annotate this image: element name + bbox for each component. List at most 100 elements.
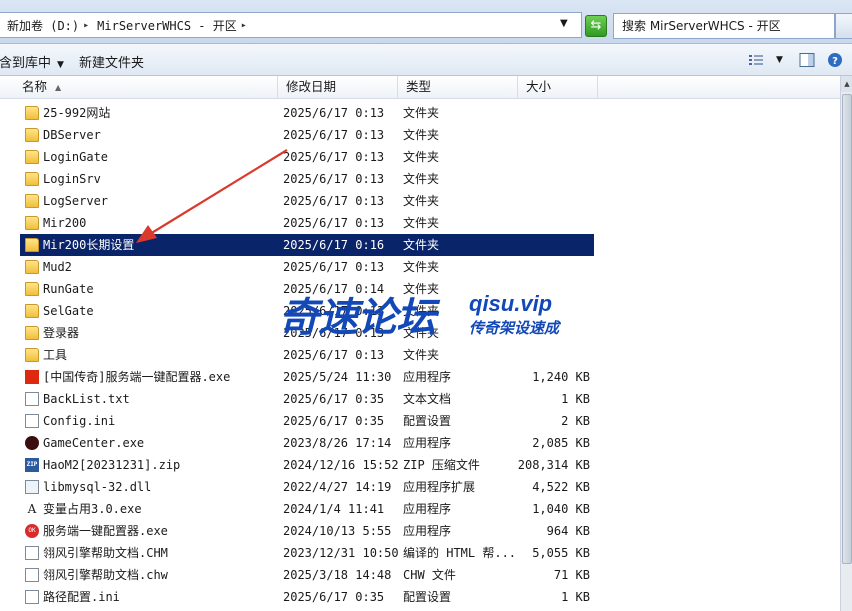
file-date: 2025/6/17 0:13 [283, 304, 385, 318]
folder-icon [25, 194, 39, 208]
file-type: 配置设置 [403, 414, 452, 428]
preview-pane-icon[interactable] [799, 52, 815, 68]
file-type: 文件夹 [403, 282, 440, 296]
file-name: LogServer [43, 194, 109, 208]
folder-icon [25, 238, 39, 252]
breadcrumb-item-drive[interactable]: 新加卷 (D:) ▸ [7, 17, 89, 34]
file-type: 文件夹 [403, 326, 440, 340]
file-date: 2022/4/27 14:19 [283, 480, 392, 494]
file-row[interactable]: RunGate 2025/6/17 0:14 文件夹 [20, 278, 594, 300]
file-row[interactable]: DBServer 2025/6/17 0:13 文件夹 [20, 124, 594, 146]
chevron-right-icon[interactable]: ▸ [83, 20, 89, 31]
help-icon[interactable]: ? [827, 52, 843, 68]
column-type[interactable]: 类型 [398, 76, 518, 99]
file-row[interactable]: SelGate 2025/6/17 0:13 文件夹 [20, 300, 594, 322]
file-type: 文件夹 [403, 128, 440, 142]
file-row[interactable]: A 变量占用3.0.exe 2024/1/4 11:41 应用程序 1,040 KB [20, 498, 594, 520]
search-input[interactable]: 搜索 MirServerWHCS - 开区 [613, 13, 835, 39]
file-name: GameCenter.exe [43, 436, 145, 450]
file-date: 2025/6/17 0:35 [283, 414, 385, 428]
file-type: 文件夹 [403, 172, 440, 186]
scrollbar-thumb[interactable] [842, 94, 852, 564]
file-date: 2025/6/17 0:16 [283, 238, 385, 252]
file-type: 文件夹 [403, 238, 440, 252]
file-name: BackList.txt [43, 392, 130, 406]
chevron-down-icon[interactable]: ▼ [776, 55, 783, 65]
file-name: LoginGate [43, 150, 109, 164]
file-row[interactable]: LoginGate 2025/6/17 0:13 文件夹 [20, 146, 594, 168]
view-options-icon[interactable] [748, 52, 764, 68]
file-row[interactable]: OK 服务端一键配置器.exe 2024/10/13 5:55 应用程序 964 KB [20, 520, 594, 542]
file-type: CHW 文件 [403, 568, 456, 582]
scroll-up-icon[interactable]: ▲ [841, 76, 852, 92]
breadcrumb[interactable]: 新加卷 (D:) ▸ MirServerWHCS - 开区 ▸ [0, 12, 582, 38]
file-type: 文件夹 [403, 260, 440, 274]
column-date[interactable]: 修改日期 [278, 76, 398, 99]
folder-icon [25, 260, 39, 274]
file-date: 2025/6/17 0:13 [283, 260, 385, 274]
file-name: 服务端一键配置器.exe [43, 524, 168, 538]
sort-ascending-icon: ▲ [55, 82, 62, 92]
column-header: 名称 ▲ 修改日期 类型 大小 [0, 76, 840, 99]
vertical-scrollbar[interactable]: ▲ [840, 76, 852, 611]
file-row[interactable]: libmysql-32.dll 2022/4/27 14:19 应用程序扩展 4,52… [20, 476, 594, 498]
file-row[interactable]: ZIP HaoM2[20231231].zip 2024/12/16 15:52 ZI… [20, 454, 594, 476]
svg-text:?: ? [832, 56, 838, 67]
breadcrumb-item-folder[interactable]: MirServerWHCS - 开区 ▸ [97, 17, 247, 34]
font-app-icon: A [27, 502, 37, 516]
file-date: 2025/6/17 0:14 [283, 282, 385, 296]
file-row[interactable]: Mud2 2025/6/17 0:13 文件夹 [20, 256, 594, 278]
file-row[interactable]: 25-992网站 2025/6/17 0:13 文件夹 [20, 102, 594, 124]
file-date: 2025/6/17 0:35 [283, 392, 385, 406]
file-type: 文件夹 [403, 348, 440, 362]
file-date: 2025/3/18 14:48 [283, 568, 392, 582]
file-row[interactable]: 登录器 2025/6/17 0:13 文件夹 [20, 322, 594, 344]
file-type: 文件夹 [403, 194, 440, 208]
file-type: 文本文档 [403, 392, 452, 406]
file-date: 2025/6/17 0:13 [283, 128, 385, 142]
file-size: 1 KB [561, 590, 590, 604]
config-file-icon [25, 414, 39, 428]
column-size[interactable]: 大小 [518, 76, 598, 99]
column-name[interactable]: 名称 ▲ [14, 76, 278, 99]
refresh-button[interactable]: ⇆ [585, 15, 607, 37]
file-size: 2 KB [561, 414, 590, 428]
new-folder-button[interactable]: 新建文件夹 [79, 52, 144, 71]
search-icon[interactable] [835, 13, 852, 39]
file-row[interactable]: GameCenter.exe 2023/8/26 17:14 应用程序 2,085 K… [20, 432, 594, 454]
file-row[interactable]: 翎风引擎帮助文档.CHM 2023/12/31 10:50 编译的 HTML 帮..… [20, 542, 594, 564]
folder-icon [25, 172, 39, 186]
file-row[interactable]: 翎风引擎帮助文档.chw 2025/3/18 14:48 CHW 文件 71 KB [20, 564, 594, 586]
folder-icon [25, 348, 39, 362]
file-row[interactable]: LogServer 2025/6/17 0:13 文件夹 [20, 190, 594, 212]
chevron-right-icon[interactable]: ▸ [241, 20, 247, 31]
file-row[interactable]: LoginSrv 2025/6/17 0:13 文件夹 [20, 168, 594, 190]
file-date: 2025/6/17 0:13 [283, 194, 385, 208]
file-name: libmysql-32.dll [43, 480, 152, 494]
file-type: ZIP 压缩文件 [403, 458, 480, 472]
file-row[interactable]: Mir200长期设置 2025/6/17 0:16 文件夹 [20, 234, 594, 256]
file-name: RunGate [43, 282, 94, 296]
file-type: 编译的 HTML 帮... [403, 546, 517, 560]
file-row[interactable]: Mir200 2025/6/17 0:13 文件夹 [20, 212, 594, 234]
file-row[interactable]: Config.ini 2025/6/17 0:35 配置设置 2 KB [20, 410, 594, 432]
chm-file-icon [25, 546, 39, 560]
file-row[interactable]: 工具 2025/6/17 0:13 文件夹 [20, 344, 594, 366]
chevron-down-icon[interactable]: ▼ [560, 18, 568, 29]
file-size: 964 KB [546, 524, 590, 538]
file-type: 文件夹 [403, 150, 440, 164]
file-row[interactable]: BackList.txt 2025/6/17 0:35 文本文档 1 KB [20, 388, 594, 410]
config-file-icon [25, 590, 39, 604]
file-name: Mud2 [43, 260, 72, 274]
file-name: SelGate [43, 304, 94, 318]
file-type: 配置设置 [403, 590, 452, 604]
file-row[interactable]: 路径配置.ini 2025/6/17 0:35 配置设置 1 KB [20, 586, 594, 608]
file-type: 文件夹 [403, 106, 440, 120]
file-date: 2024/1/4 11:41 [283, 502, 385, 516]
file-date: 2023/12/31 10:50 [283, 546, 399, 560]
file-date: 2025/6/17 0:13 [283, 106, 385, 120]
file-row[interactable]: [中国传奇]服务端一键配置器.exe 2025/5/24 11:30 应用程序 1,2… [20, 366, 594, 388]
file-name: 翎风引擎帮助文档.chw [43, 568, 168, 582]
include-in-library-button[interactable]: 包含到库中▼ [0, 52, 64, 71]
file-name: LoginSrv [43, 172, 101, 186]
